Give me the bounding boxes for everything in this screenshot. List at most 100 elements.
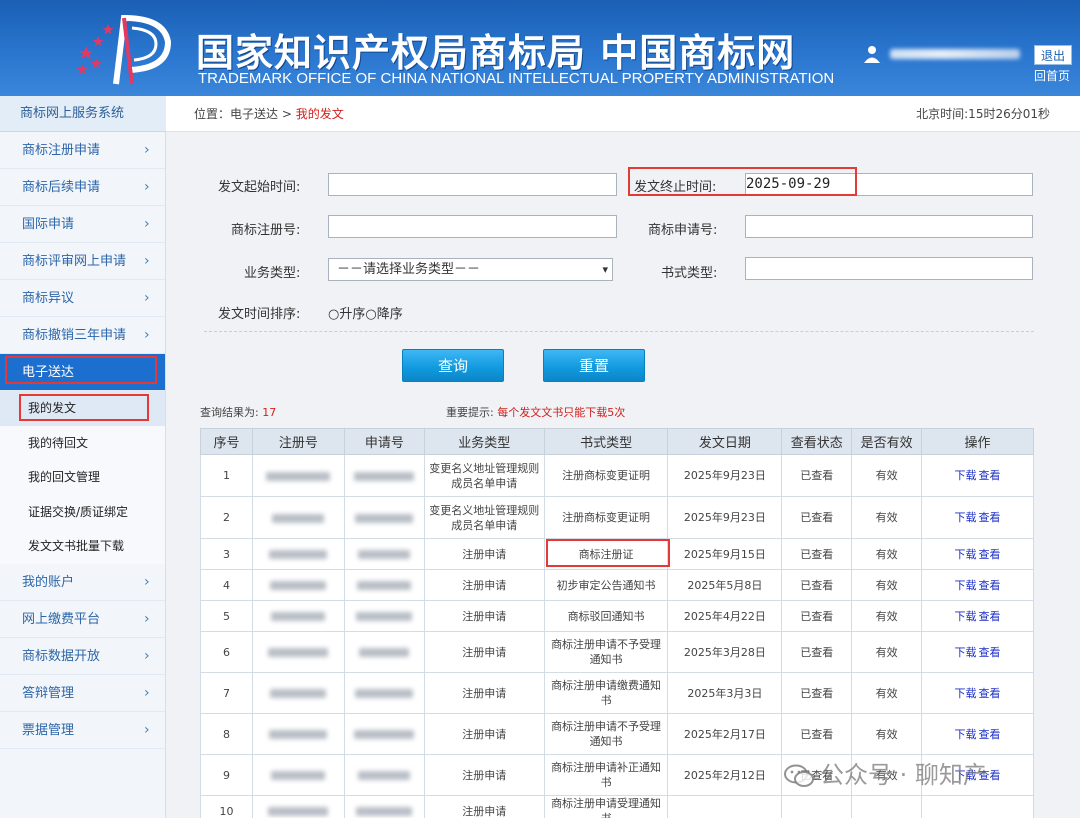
- view-link[interactable]: 查看: [979, 511, 1001, 524]
- download-link[interactable]: 下载: [955, 728, 977, 741]
- query-button[interactable]: 查询: [402, 349, 504, 382]
- breadcrumb-parent[interactable]: 电子送达: [230, 107, 278, 121]
- cell-app-no: [343, 795, 425, 818]
- start-time-label: 发文起始时间:: [218, 180, 301, 195]
- redacted-value: [355, 513, 414, 523]
- chevron-right-icon: ›: [144, 179, 150, 195]
- sidebar-subitem-reply-management[interactable]: 我的回文管理: [0, 460, 165, 495]
- cell-valid: [851, 795, 923, 818]
- cell-reg-no: [251, 569, 345, 601]
- sidebar-item-invoice-management[interactable]: 票据管理 ›: [0, 712, 165, 749]
- table-row: 10 注册申请商标注册申请受理通知书: [200, 795, 1034, 818]
- cell-date: 2025年9月23日: [667, 454, 783, 497]
- radio-desc[interactable]: ○: [365, 307, 376, 322]
- sidebar-item-my-account[interactable]: 我的账户 ›: [0, 564, 165, 601]
- redacted-value: [355, 689, 414, 698]
- app-no-input[interactable]: [745, 215, 1033, 238]
- cell-valid: 有效: [851, 569, 923, 601]
- table-header-row: 序号 注册号 申请号 业务类型 书式类型 发文日期 查看状态 是否有效 操作: [200, 428, 1034, 455]
- chevron-down-icon: ▾: [602, 263, 608, 276]
- view-link[interactable]: 查看: [979, 610, 1001, 623]
- doc-type-input[interactable]: [745, 257, 1033, 280]
- table-row: 2 变更名义地址管理规则成员名单申请 注册商标变更证明 2025年9月23日 已查看 有效…: [200, 496, 1034, 539]
- sidebar-item-defense-management[interactable]: 答辩管理 ›: [0, 675, 165, 712]
- biz-type-select[interactable]: －－请选择业务类型－－ ▾: [328, 258, 613, 281]
- home-link[interactable]: 回首页: [1034, 67, 1070, 84]
- view-link[interactable]: 查看: [979, 548, 1001, 561]
- sidebar-subitem-pending-reply[interactable]: 我的待回文: [0, 425, 165, 460]
- sidebar-item-international[interactable]: 国际申请 ›: [0, 206, 165, 243]
- cell-doc-type: 商标注册申请缴费通知书: [543, 672, 669, 714]
- cell-doc-type: 注册商标变更证明: [543, 496, 669, 539]
- redacted-value: [354, 471, 415, 481]
- sidebar-item-payment-platform[interactable]: 网上缴费平台 ›: [0, 601, 165, 638]
- start-time-input[interactable]: [328, 173, 617, 196]
- reg-no-input[interactable]: [328, 215, 617, 238]
- cell-biz-type: 注册申请: [423, 631, 545, 673]
- tip-text: 每个发文文书只能下载5次: [497, 406, 626, 419]
- system-name: 商标网上服务系统: [0, 96, 166, 132]
- cell-date: 2025年5月8日: [667, 569, 783, 601]
- view-link[interactable]: 查看: [979, 469, 1001, 482]
- redacted-value: [268, 648, 329, 657]
- view-link[interactable]: 查看: [979, 687, 1001, 700]
- cell-biz-type: 注册申请: [423, 569, 545, 601]
- cell-doc-type: 初步审定公告通知书: [543, 569, 669, 601]
- logout-button[interactable]: 退出: [1034, 45, 1072, 65]
- site-header: 国家知识产权局商标局 中国商标网 TRADEMARK OFFICE OF CHI…: [0, 0, 1080, 96]
- cell-doc-type: 商标注册申请不予受理通知书: [543, 713, 669, 755]
- view-link[interactable]: 查看: [979, 579, 1001, 592]
- sidebar-subitem-batch-download[interactable]: 发文文书批量下载: [0, 529, 165, 564]
- redacted-value: [271, 771, 326, 780]
- tip-label: 重要提示:: [446, 406, 494, 419]
- download-link[interactable]: 下载: [955, 548, 977, 561]
- cell-valid: 有效: [851, 496, 923, 539]
- chevron-right-icon: ›: [144, 647, 150, 664]
- cell-view-status: 已查看: [781, 672, 853, 714]
- cell-view-status: 已查看: [781, 713, 853, 755]
- cell-app-no: [343, 713, 425, 755]
- doc-type-label: 书式类型:: [661, 266, 718, 281]
- cell-view-status: 已查看: [781, 600, 853, 632]
- sidebar-item-opposition[interactable]: 商标异议 ›: [0, 280, 165, 317]
- cell-no: 10: [200, 795, 253, 818]
- site-title: 国家知识产权局商标局 中国商标网: [196, 30, 796, 75]
- download-link[interactable]: 下载: [955, 469, 977, 482]
- table-row: 4 注册申请 初步审定公告通知书 2025年5月8日 已查看 有效 下载 查看: [200, 569, 1034, 601]
- redacted-value: [270, 689, 327, 698]
- chevron-right-icon: ›: [144, 684, 150, 701]
- download-link[interactable]: 下载: [955, 610, 977, 623]
- sidebar-item-follow-up[interactable]: 商标后续申请 ›: [0, 169, 165, 206]
- sidebar-subitem-evidence-exchange[interactable]: 证据交换/质证绑定: [0, 494, 165, 529]
- view-link[interactable]: 查看: [979, 728, 1001, 741]
- sidebar-item-label: 商标数据开放: [22, 648, 101, 664]
- radio-asc[interactable]: ○: [328, 307, 339, 322]
- reset-button[interactable]: 重置: [543, 349, 645, 382]
- result-count-label: 查询结果为:: [200, 406, 259, 419]
- sidebar-item-three-year-cancellation[interactable]: 商标撤销三年申请 ›: [0, 317, 165, 354]
- download-link[interactable]: 下载: [955, 511, 977, 524]
- biz-type-selected: －－请选择业务类型－－: [337, 262, 481, 277]
- cell-no: 2: [200, 496, 253, 539]
- cell-date: 2025年3月3日: [667, 672, 783, 714]
- cell-app-no: [343, 631, 425, 673]
- cell-date: 2025年4月22日: [667, 600, 783, 632]
- sidebar-item-review-online[interactable]: 商标评审网上申请 ›: [0, 243, 165, 280]
- cell-actions: 下载 查看: [921, 600, 1034, 632]
- radio-desc-label: 降序: [376, 307, 403, 322]
- col-header: 发文日期: [667, 428, 783, 455]
- download-link[interactable]: 下载: [955, 579, 977, 592]
- cell-biz-type: 注册申请: [423, 713, 545, 755]
- download-link[interactable]: 下载: [955, 646, 977, 659]
- sidebar-item-trademark-registration[interactable]: 商标注册申请 ›: [0, 132, 165, 169]
- cell-reg-no: [251, 672, 345, 714]
- sidebar-item-open-data[interactable]: 商标数据开放 ›: [0, 638, 165, 675]
- view-link[interactable]: 查看: [979, 646, 1001, 659]
- cell-biz-type: 注册申请: [423, 538, 545, 570]
- cell-no: 5: [200, 600, 253, 632]
- redacted-value: [266, 471, 331, 481]
- download-link[interactable]: 下载: [955, 687, 977, 700]
- cell-date: 2025年2月17日: [667, 713, 783, 755]
- sidebar-item-label: 网上缴费平台: [22, 611, 101, 627]
- cell-reg-no: [251, 795, 345, 818]
